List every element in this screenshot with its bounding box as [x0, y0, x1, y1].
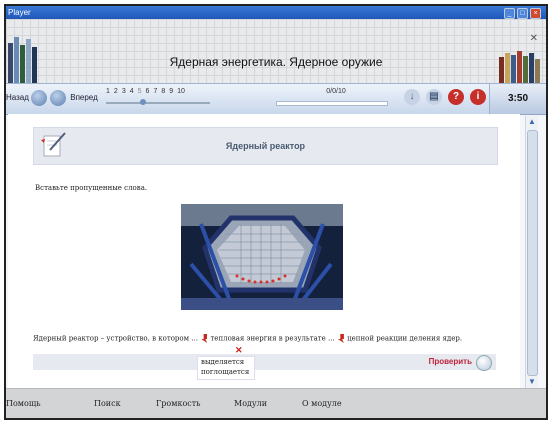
menu-volume[interactable]: Громкость [156, 399, 201, 408]
window-titlebar: Player _ □ × [6, 6, 546, 19]
sentence-part-2: тепловая энергия в результате ... [210, 334, 335, 343]
maximize-icon[interactable]: □ [517, 8, 528, 19]
header-close-icon[interactable]: ✕ [530, 33, 538, 44]
page-link-10[interactable]: 10 [177, 88, 185, 95]
reactor-photo [181, 204, 343, 310]
page-link-6[interactable]: 6 [146, 88, 150, 95]
task-instruction: Вставьте пропущенные слова. [35, 184, 148, 192]
page-link-5[interactable]: 5 [138, 88, 142, 95]
back-label: Назад [6, 93, 29, 102]
page-list: 1 2 3 4 5 6 7 8 9 10 [106, 88, 185, 95]
bottom-menu: Помощь Поиск Громкость Модули О модуле [6, 388, 546, 418]
course-title: Ядерная энергетика. Ядерное оружие [169, 55, 383, 69]
score-counter: 0/0/10 [326, 88, 346, 95]
info-icon[interactable]: i [470, 89, 486, 105]
vertical-scrollbar[interactable]: ▲ ▼ [525, 116, 538, 388]
menu-modules[interactable]: Модули [234, 399, 267, 408]
gap-2-dropdown-arrow-icon[interactable] [337, 334, 344, 343]
sentence-part-1: Ядерный реактор – устройство, в котором … [33, 334, 198, 343]
timer: 3:50 [489, 84, 546, 114]
gap-1-dropdown-arrow-icon[interactable] [201, 334, 208, 343]
page-link-9[interactable]: 9 [169, 88, 173, 95]
forward-label: Вперед [70, 93, 98, 102]
forward-arrow-icon [50, 89, 66, 106]
page-link-4[interactable]: 4 [130, 88, 134, 95]
download-icon[interactable]: ↓ [404, 89, 420, 105]
task-panel: Ядерный реактор Вставьте пропущенные сло… [8, 114, 520, 388]
score-progress-bar [276, 101, 388, 106]
course-header: ✕ Ядерная энергетика. Ядерное оружие [6, 19, 546, 83]
dropdown-option[interactable]: поглощается [198, 367, 254, 377]
minimize-icon[interactable]: _ [504, 8, 515, 19]
page-link-1[interactable]: 1 [106, 88, 110, 95]
forward-button[interactable]: Вперед [50, 89, 98, 107]
page-slider-track[interactable] [106, 102, 210, 104]
sentence-part-3: цепной реакции деления ядер. [347, 334, 463, 343]
gap-1-dropdown-list: выделяется поглощается [197, 356, 255, 380]
page-link-3[interactable]: 3 [122, 88, 126, 95]
page-slider-handle[interactable] [140, 99, 146, 105]
check-button-label[interactable]: Проверить [429, 354, 472, 370]
scroll-up-icon[interactable]: ▲ [526, 116, 538, 128]
window-title: Player [8, 8, 31, 17]
task-header: Ядерный реактор [33, 127, 498, 165]
back-button[interactable]: Назад [6, 89, 49, 107]
app-window: Player _ □ × ✕ Ядерная энергетика. Ядерн… [4, 4, 548, 420]
scroll-down-icon[interactable]: ▼ [526, 376, 538, 388]
toolbar: Назад Вперед 1 2 3 4 5 6 7 8 9 10 0/0/10… [6, 83, 546, 115]
print-icon[interactable]: ▤ [426, 89, 442, 105]
page-link-2[interactable]: 2 [114, 88, 118, 95]
dropdown-close-icon[interactable]: ✕ [235, 345, 243, 356]
check-bar: Проверить [33, 354, 496, 371]
task-sentence: Ядерный реактор – устройство, в котором … [33, 334, 462, 343]
dropdown-option[interactable]: выделяется [198, 357, 254, 367]
scrollbar-thumb[interactable] [527, 130, 538, 376]
back-arrow-icon [31, 89, 48, 106]
check-button-icon[interactable] [476, 355, 492, 371]
page-link-7[interactable]: 7 [153, 88, 157, 95]
page-link-8[interactable]: 8 [161, 88, 165, 95]
close-icon[interactable]: × [530, 8, 541, 19]
task-title: Ядерный реактор [225, 141, 306, 151]
help-icon[interactable]: ? [448, 89, 464, 105]
menu-about-module[interactable]: О модуле [302, 399, 342, 408]
menu-search[interactable]: Поиск [94, 399, 121, 408]
menu-help[interactable]: Помощь [6, 399, 41, 408]
